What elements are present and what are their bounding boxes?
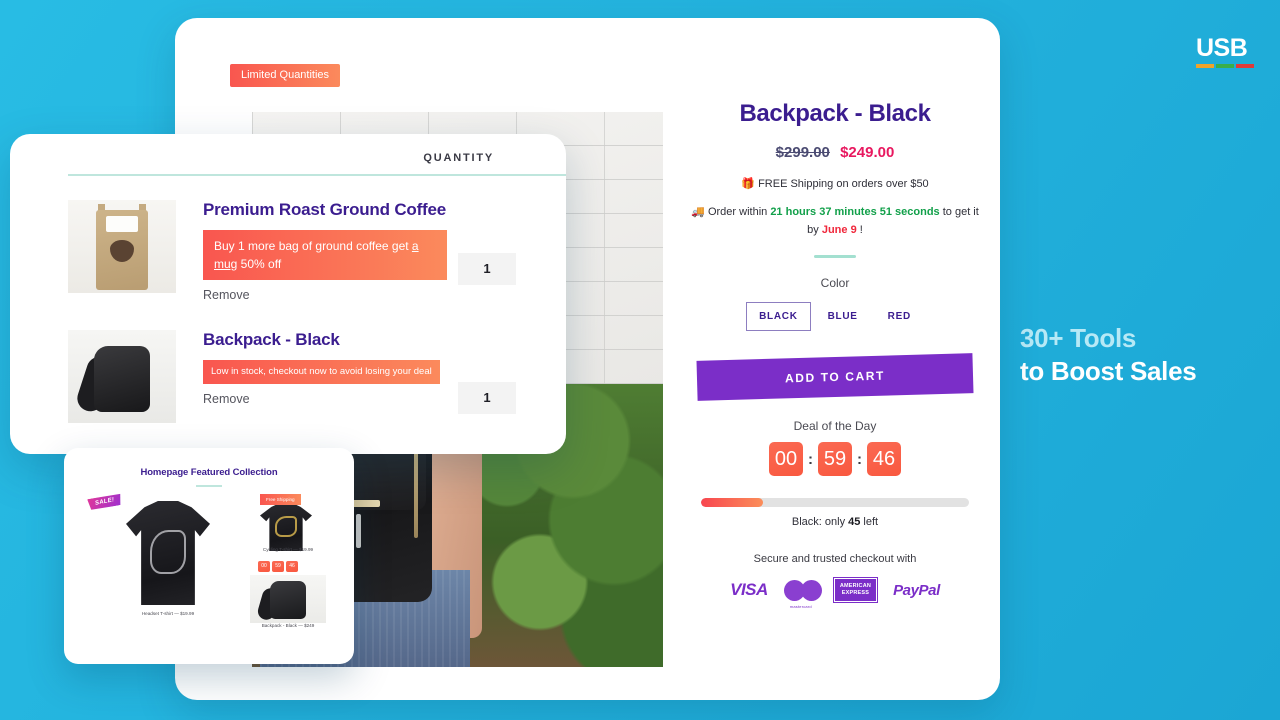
stock-progress-bar [701,498,969,508]
cart-item-thumbnail[interactable] [68,330,176,423]
mastercard-circle-right [800,579,822,601]
add-to-cart-wrap: ADD TO CART [691,353,979,402]
tshirt-icon [260,503,312,551]
add-to-cart-button[interactable]: ADD TO CART [696,353,974,402]
mini-countdown-minutes: 59 [272,561,284,572]
color-swatch-red[interactable]: RED [875,302,924,331]
usb-wordmark: USB [1196,34,1248,62]
featured-mini-countdown: 00 59 46 [258,561,298,572]
deal-of-the-day-label: Deal of the Day [793,419,877,434]
featured-collection-title: Homepage Featured Collection [140,467,278,478]
countdown-hours: 00 [769,442,803,477]
featured-product-grid: SALE! Headset T-shirt — $19.99 Free Ship… [64,487,354,642]
cart-header-divider [68,174,566,176]
truck-icon: 🚚 [691,206,705,218]
cart-item-details: Premium Roast Ground Coffee Buy 1 more b… [203,200,543,302]
sale-badge: SALE! [87,493,122,511]
mastercard-caption: mastercard [789,603,812,609]
order-suffix: ! [856,224,863,237]
usb-logo-bars [1196,64,1254,68]
featured-backpack-body [270,581,306,619]
mini-countdown-hours: 00 [258,561,270,572]
countdown-minutes: 59 [818,442,852,477]
logo-bar-orange [1196,64,1214,68]
amex-line-1: AMERICAN [839,583,872,590]
featured-product-label: Backpack - Black — $249 [261,623,315,628]
paypal-icon: PayPal [893,581,940,599]
payment-methods: VISA mastercard AMERICAN EXPRESS PayPal [691,577,979,609]
mastercard-icon: mastercard [783,579,822,609]
order-countdown: 21 hours 37 minutes 51 seconds [770,206,940,218]
logo-bar-red [1236,64,1254,68]
tshirt-icon [126,501,210,605]
cart-quantity-input[interactable] [458,382,516,414]
headline-line-1: 30+ Tools [1020,323,1137,353]
visa-icon: VISA [730,580,768,600]
cart-item-remove-link[interactable]: Remove [203,288,543,302]
stock-count: 45 [848,516,861,529]
stock-prefix: Black: only [791,516,849,529]
featured-collection-panel: Homepage Featured Collection SALE! Heads… [64,448,354,664]
order-delivery-date: June 9 [821,224,857,237]
cart-quantity-header: QUANTITY [423,152,494,164]
color-swatch-group: BLACK BLUE RED [691,302,979,332]
secure-checkout-label: Secure and trusted checkout with [753,553,917,566]
free-shipping-notice: 🎁 FREE Shipping on orders over $50 [691,177,979,190]
cart-quantity-input[interactable] [458,253,516,285]
promo-prefix: Buy 1 more bag of ground coffee get [214,238,412,253]
amex-line-2: EXPRESS [841,590,870,597]
headline-line-2: to Boost Sales [1020,355,1197,386]
order-deadline-notice: 🚚 Order within 21 hours 37 minutes 51 se… [691,203,979,239]
stock-count-text: Black: only 45 left [691,516,979,528]
mini-countdown-seconds: 46 [286,561,298,572]
cart-item-row: Premium Roast Ground Coffee Buy 1 more b… [68,200,543,302]
product-title: Backpack - Black [739,100,931,127]
usb-logo: USB [1196,36,1254,68]
cart-item-promo-banner: Low in stock, checkout now to avoid losi… [203,359,440,385]
color-swatch-black[interactable]: BLACK [746,302,811,332]
cart-item-name[interactable]: Backpack - Black [203,330,543,351]
free-shipping-badge: Free Shipping [260,494,301,505]
featured-product-cycling-tshirt[interactable] [260,503,312,551]
countdown-separator-2: : [857,450,862,468]
cart-item-thumbnail[interactable] [68,200,176,293]
color-swatch-blue[interactable]: BLUE [815,302,871,331]
order-prefix: Order within [707,206,771,218]
tshirt-cycling-graphic [274,516,298,537]
stock-progress-fill [701,498,763,508]
cart-item-promo-banner: Buy 1 more bag of ground coffee get a mu… [203,229,447,280]
tshirt-headset-graphic [149,530,187,574]
product-info: Backpack - Black $299.00 $249.00 🎁 FREE … [691,100,979,609]
marketing-headline: 30+ Tools to Boost Sales [1020,322,1270,388]
color-option-label: Color [820,276,850,291]
countdown-seconds: 46 [867,442,901,477]
section-divider [814,255,856,259]
backpack-pocket-item-b [356,514,361,548]
featured-product-headset-tshirt[interactable] [126,501,210,605]
featured-product-label: Headset T-shirt — $19.99 [141,611,195,616]
cart-item-name[interactable]: Premium Roast Ground Coffee [203,200,543,221]
price-original: $299.00 [775,144,830,161]
gift-icon: 🎁 [741,178,756,190]
countdown-separator-1: : [808,450,813,468]
free-shipping-text: FREE Shipping on orders over $50 [758,178,929,190]
promo-suffix: 50% off [237,256,282,271]
stock-suffix: left [860,516,879,529]
featured-product-label: Cycling T-shirt — $19.99 [262,547,314,552]
featured-product-backpack[interactable] [250,575,326,623]
amex-icon: AMERICAN EXPRESS [832,577,879,604]
coffee-bag [96,210,148,290]
product-prices: $299.00 $249.00 [691,144,979,161]
limited-quantities-badge: Limited Quantities [230,64,341,87]
price-sale: $249.00 [840,144,895,161]
logo-bar-green [1216,64,1234,68]
deal-countdown-timer: 00 : 59 : 46 [691,442,979,477]
cart-backpack-body [94,346,150,412]
